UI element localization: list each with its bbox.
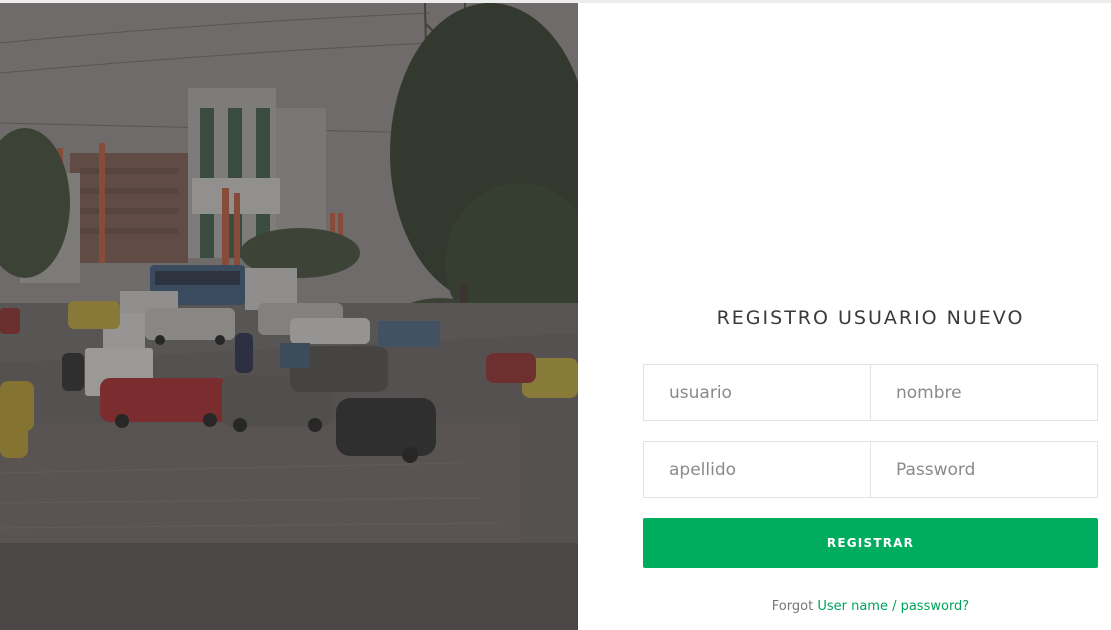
forgot-credentials-link[interactable]: User name / password? <box>817 599 969 614</box>
forgot-credentials: Forgot User name / password? <box>643 599 1098 614</box>
password-input[interactable] <box>870 441 1098 498</box>
register-button[interactable]: REGISTRAR <box>643 518 1098 568</box>
form-title: REGISTRO USUARIO NUEVO <box>716 307 1025 329</box>
apellido-input[interactable] <box>643 441 871 498</box>
usuario-input[interactable] <box>643 364 871 421</box>
page: REGISTRO USUARIO NUEVO REGISTRAR Forgot … <box>0 0 1111 630</box>
nombre-input[interactable] <box>870 364 1098 421</box>
register-form-panel: REGISTRO USUARIO NUEVO REGISTRAR Forgot … <box>578 3 1111 630</box>
forgot-prefix: Forgot <box>771 599 814 614</box>
background-photo <box>0 3 578 630</box>
